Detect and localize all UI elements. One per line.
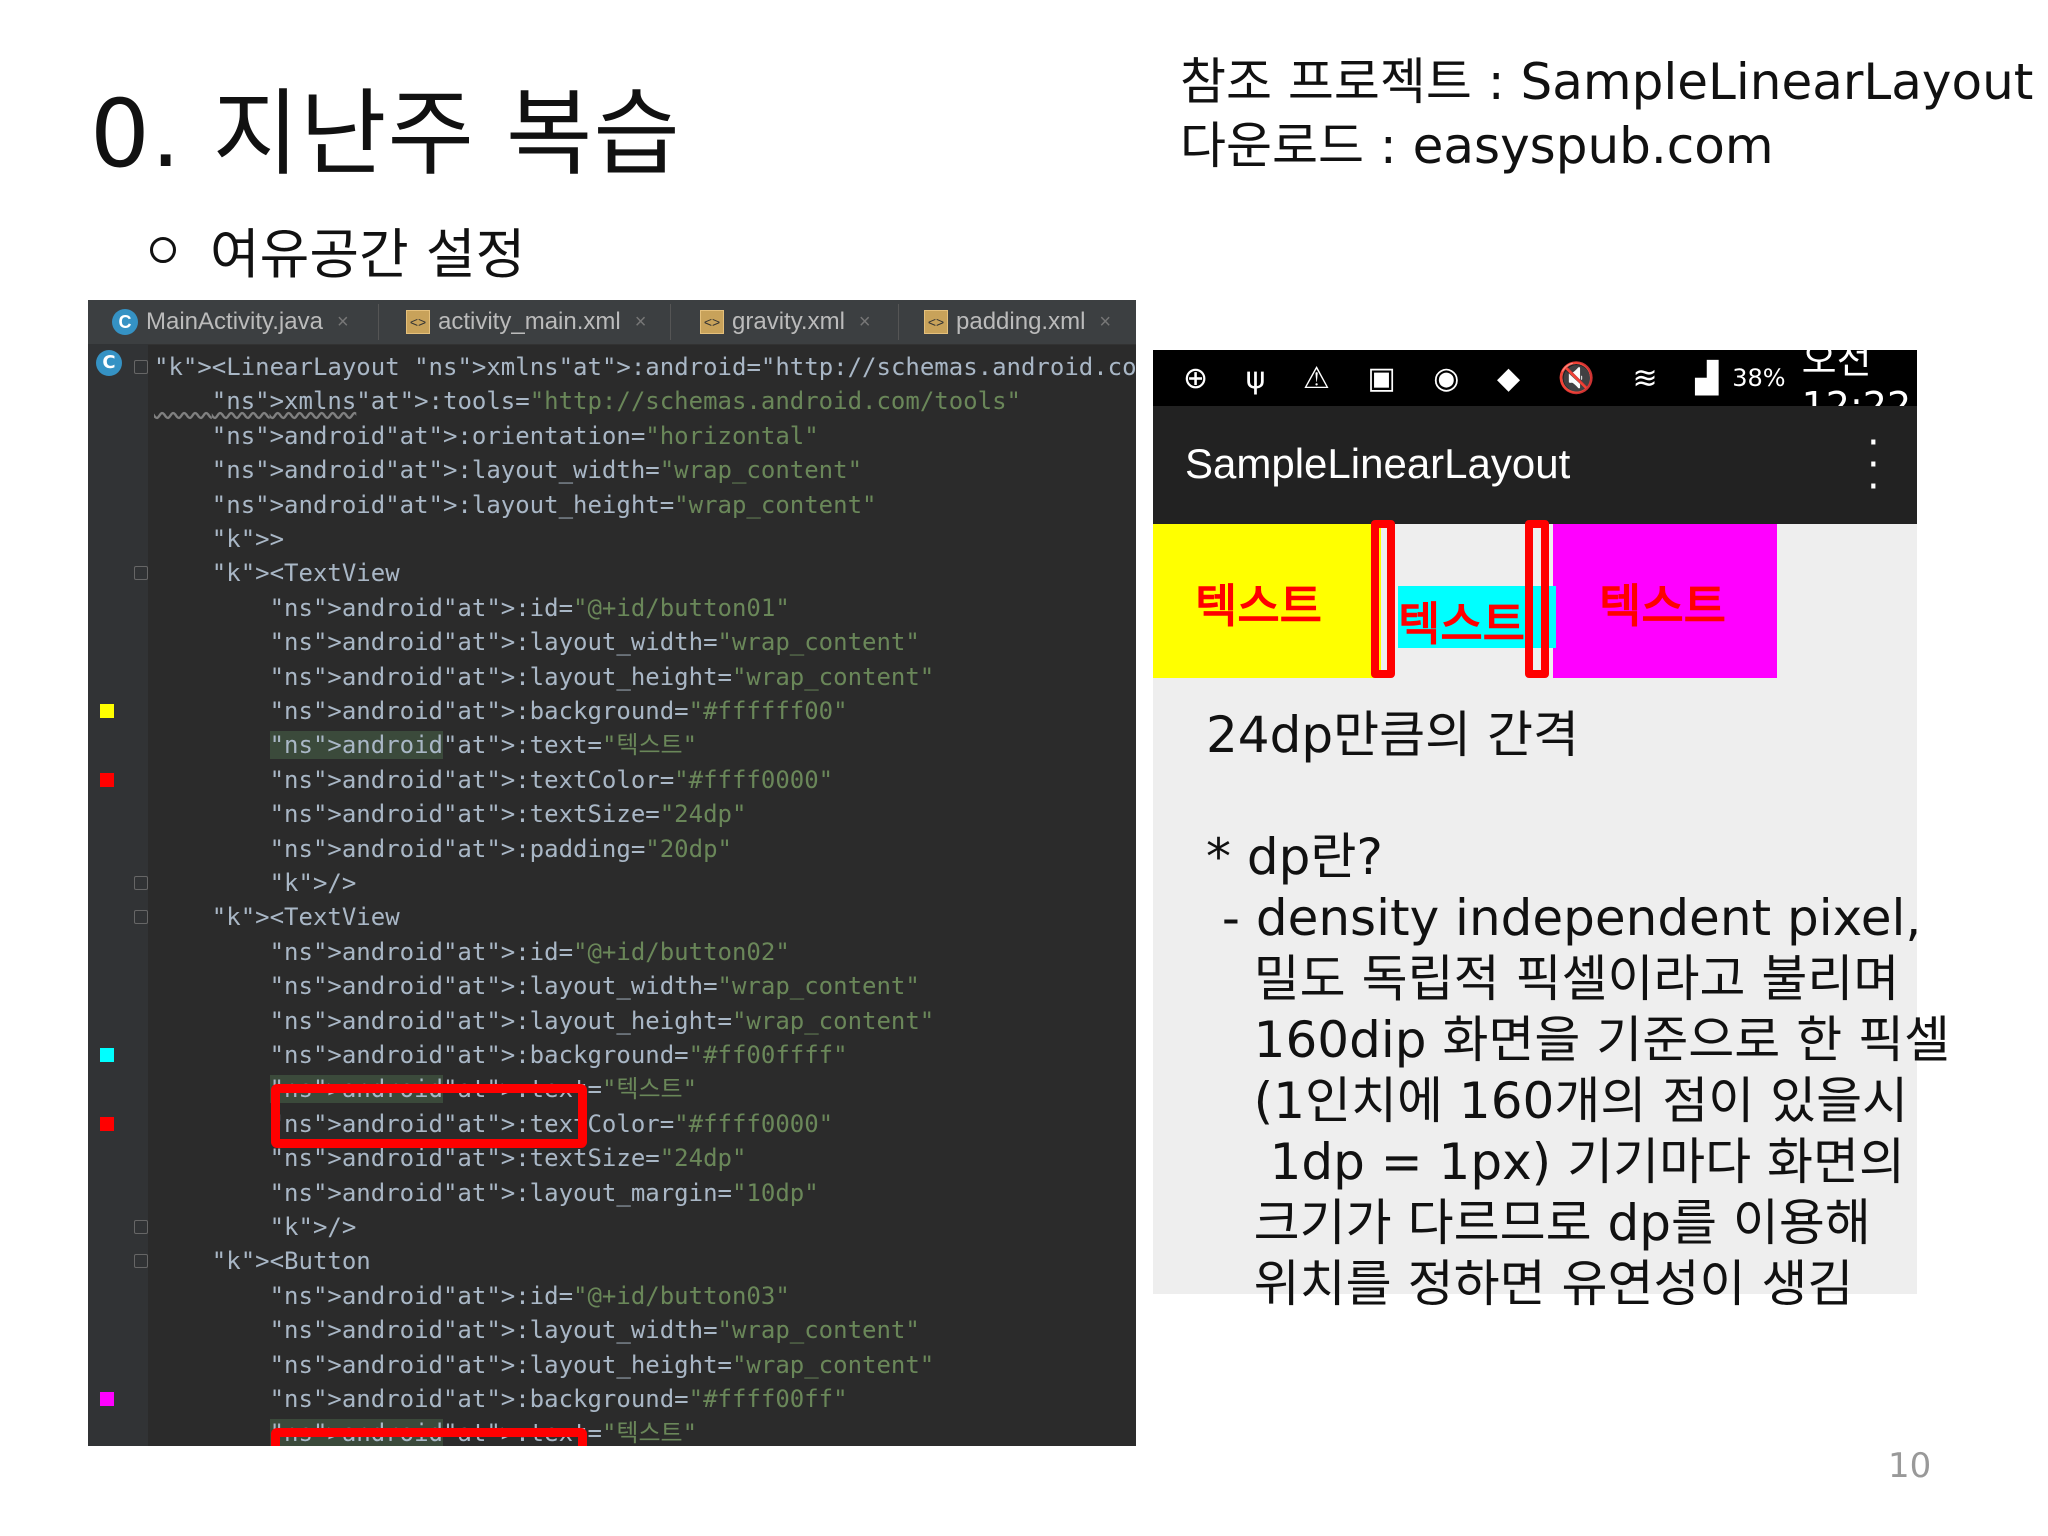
tab-label: MainActivity.java [146, 308, 323, 335]
note-line: 위치를 정하면 유연성이 생김 [1206, 1255, 1854, 1313]
color-swatch-icon [100, 1048, 114, 1062]
code-line: "ns">android"at">:id="@+id/button03" [269, 1281, 790, 1310]
note-line: - density independent pixel, [1206, 889, 1922, 947]
gap-marker-left [1371, 520, 1395, 678]
color-swatch-icon [100, 772, 114, 787]
note-line: 24dp만큼의 간격 [1206, 706, 1579, 764]
circle-bullet-icon [150, 236, 176, 263]
code-line: "ns">android"at">:layout_width="wrap_con… [269, 1316, 920, 1345]
app-bar: SampleLinearLayout · · · [1153, 406, 1917, 524]
status-icons: ⊕ ψ ⚠ ▣ ◉ ◆ 🔇 ≋ ▟ [1183, 360, 1733, 396]
note-line: (1인치에 160개의 점이 있을시 [1206, 1072, 1909, 1130]
code-line: "ns">android"at">:layout_height="wrap_co… [269, 1006, 935, 1035]
note-line [1206, 766, 1950, 827]
fold-icon[interactable] [134, 1220, 148, 1234]
close-icon[interactable]: × [635, 311, 647, 334]
button-magenta[interactable]: 텍스트 [1553, 524, 1777, 678]
tab-main-activity[interactable]: C MainActivity.java × [112, 300, 349, 344]
code-line: "ns">xmlns"at">:tools="http://schemas.an… [211, 387, 1021, 416]
color-swatch-icon [100, 1116, 114, 1131]
slide-title: 0. 지난주 복습 [90, 80, 681, 189]
java-class-icon: C [112, 309, 138, 335]
page-number: 10 [1888, 1446, 1932, 1486]
tab-gravity-xml[interactable]: <> gravity.xml × [700, 300, 871, 344]
code-line: "ns">android"at">:layout_width="wrap_con… [269, 972, 920, 1001]
fold-icon[interactable] [134, 360, 148, 374]
tab-label: activity_main.xml [438, 308, 621, 335]
tab-label: padding.xml [956, 308, 1086, 335]
battery-level: 38% [1732, 364, 1786, 392]
editor-tab-bar: C MainActivity.java × <> activity_main.x… [88, 300, 1136, 345]
close-icon[interactable]: × [337, 311, 349, 334]
code-line: "ns">android"at">:textSize="24dp" [269, 800, 747, 829]
class-gutter-icon: C [96, 350, 122, 376]
code-line: "ns">android"at">:background="#ff00ffff" [269, 1041, 848, 1069]
code-line: "ns">android"at">:layout_height="wrap_co… [269, 1350, 935, 1379]
reference-info: 참조 프로젝트 : SampleLinearLayout 다운로드 : easy… [1180, 50, 2033, 178]
code-line: "k"><TextView [211, 903, 400, 932]
code-line: "k"><LinearLayout "ns">xmlns"at">:androi… [154, 353, 1136, 381]
status-bar: ⊕ ψ ⚠ ▣ ◉ ◆ 🔇 ≋ ▟ 38% 오전 12:22 [1153, 350, 1917, 428]
code-line: "ns">android"at">:background="#ffffff00" [269, 697, 848, 725]
code-line: "ns">android"at">:layout_height="wrap_co… [269, 662, 935, 691]
close-icon[interactable]: × [1099, 311, 1111, 334]
code-line: "k">> [211, 525, 285, 553]
close-icon[interactable]: × [859, 311, 871, 334]
code-line: "ns">android"at">:layout_width="wrap_con… [211, 456, 863, 485]
color-swatch-icon [100, 1392, 114, 1406]
code-line: "ns">android"at">:textColor="#ffff0000" [269, 765, 834, 794]
tab-padding-xml[interactable]: <> padding.xml × [924, 300, 1111, 344]
tab-label: gravity.xml [732, 308, 845, 335]
section-subtitle: 여유공간 설정 [150, 210, 525, 289]
code-line: "ns">android"at">:id="@+id/button01" [269, 593, 790, 622]
note-line: 크기가 다르므로 dp를 이용해 [1206, 1194, 1871, 1252]
dp-explanation: 24dp만큼의 간격 * dp란? - density independent … [1206, 705, 1950, 1315]
code-line: "k"><Button [211, 1247, 371, 1276]
app-title: SampleLinearLayout [1185, 440, 1571, 487]
code-line: "k"><TextView [211, 559, 400, 588]
fold-icon[interactable] [134, 910, 148, 925]
code-line: "k">/> [269, 1213, 357, 1241]
reference-project-line: 참조 프로젝트 : SampleLinearLayout [1180, 53, 2034, 111]
subtitle-text: 여유공간 설정 [210, 223, 526, 286]
text-view-yellow: 텍스트 [1153, 524, 1381, 678]
fold-icon[interactable] [134, 566, 148, 581]
fold-icon[interactable] [134, 876, 148, 890]
code-line: "ns">android"at">:layout_height="wrap_co… [211, 490, 877, 519]
xml-file-icon: <> [700, 310, 724, 334]
code-line: "ns">android"at">:padding="20dp" [269, 834, 732, 863]
code-line: "ns">android"at">:orientation="horizonta… [211, 421, 819, 450]
code-line: "ns">android"at">:text="텍스트" [269, 731, 698, 760]
highlight-box-textsize-2 [271, 1428, 587, 1446]
code-line: "k">/> [269, 869, 357, 897]
overflow-menu-icon[interactable]: · · · [1867, 423, 1880, 507]
color-swatch-icon [100, 704, 114, 718]
note-line: 1dp = 1px) 기기마다 화면의 [1206, 1133, 1905, 1191]
ide-screenshot: C MainActivity.java × <> activity_main.x… [88, 300, 1136, 1446]
code-line: "ns">android"at">:background="#ffff00ff" [269, 1385, 848, 1413]
fold-icon[interactable] [134, 1254, 148, 1269]
tab-activity-main-xml[interactable]: <> activity_main.xml × [406, 300, 646, 344]
highlight-box-textsize-1 [271, 1084, 587, 1148]
code-line: "ns">android"at">:id="@+id/button02" [269, 937, 790, 966]
note-line: * dp란? [1206, 828, 1383, 886]
reference-download-line: 다운로드 : easyspub.com [1180, 117, 1774, 175]
xml-file-icon: <> [924, 310, 948, 334]
code-line: "ns">android"at">:layout_margin="10dp" [269, 1178, 819, 1207]
code-line: "ns">android"at">:layout_width="wrap_con… [269, 628, 920, 657]
editor-gutter [88, 344, 148, 1446]
gap-marker-right [1525, 520, 1549, 678]
note-line: 160dip 화면을 기준으로 한 픽셀 [1206, 1011, 1951, 1069]
note-line: 밀도 독립적 픽셀이라고 불리며 [1206, 950, 1900, 1008]
xml-file-icon: <> [406, 310, 430, 334]
